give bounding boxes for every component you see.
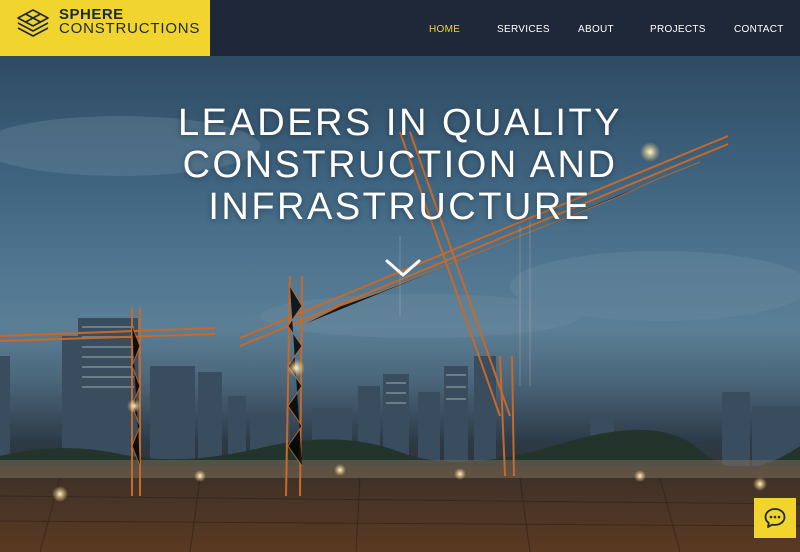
hero-headline-line3: INFRASTRUCTURE [208, 186, 592, 228]
chevron-down-icon[interactable] [384, 258, 422, 278]
nav-item-home[interactable]: HOME [429, 24, 460, 35]
hero-section: LEADERS IN QUALITY CONSTRUCTION AND INFR… [0, 56, 800, 552]
chat-bubble-icon [764, 508, 786, 528]
site-header: SPHERE CONSTRUCTIONS HOME SERVICES ABOUT… [0, 0, 800, 56]
hero-headline-line2: CONSTRUCTION AND [182, 144, 618, 186]
logo[interactable]: SPHERE CONSTRUCTIONS [0, 0, 210, 56]
nav-item-projects[interactable]: PROJECTS [650, 24, 706, 35]
chat-button[interactable] [754, 498, 796, 538]
nav-item-about[interactable]: ABOUT [578, 24, 614, 35]
hero-headline: LEADERS IN QUALITY CONSTRUCTION AND INFR… [100, 102, 700, 228]
brand-name: SPHERE CONSTRUCTIONS [59, 7, 201, 37]
brand-name-line2: CONSTRUCTIONS [59, 20, 201, 37]
hero-headline-line1: LEADERS IN QUALITY [177, 102, 623, 144]
nav-item-services[interactable]: SERVICES [497, 24, 550, 35]
nav-item-contact[interactable]: CONTACT [734, 24, 784, 35]
layered-diamond-icon [17, 9, 49, 37]
